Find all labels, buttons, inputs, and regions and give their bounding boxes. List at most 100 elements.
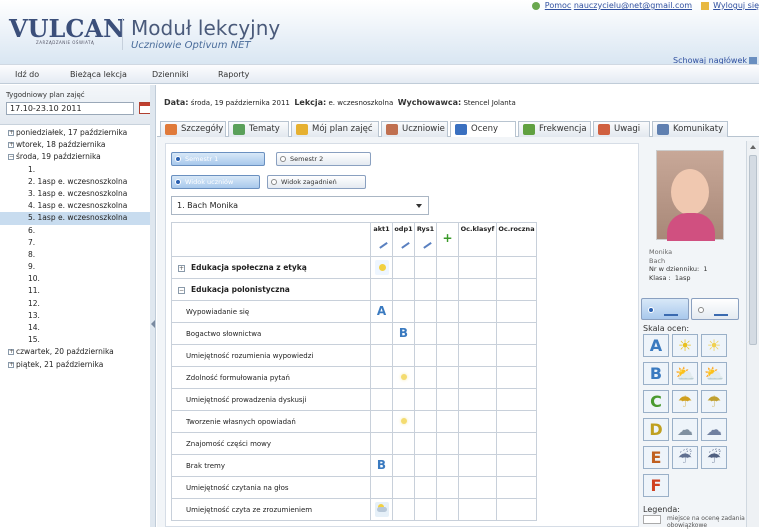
tree-day-item[interactable]: + piątek, 21 października (0, 359, 151, 371)
tree-lesson-item[interactable]: 9. (0, 261, 151, 273)
tree-day-item[interactable]: + poniedziałek, 17 października (0, 127, 151, 139)
grade-cell[interactable] (496, 366, 537, 389)
grade-cell[interactable] (436, 278, 459, 301)
table-row-label[interactable]: − Edukacja polonistyczna (171, 278, 371, 301)
tree-lesson-item[interactable]: 11. (0, 285, 151, 297)
grade-cell[interactable] (436, 344, 459, 367)
pencil-icon[interactable] (419, 236, 432, 249)
tree-lesson-item[interactable]: 1. (0, 164, 151, 176)
tab-uwagi[interactable]: Uwagi (593, 121, 650, 137)
grade-cell[interactable] (458, 432, 497, 455)
grade-cell[interactable] (392, 344, 415, 367)
grade-scale-item[interactable]: ☁ (701, 418, 727, 441)
tree-lesson-item[interactable]: 6. (0, 225, 151, 237)
expand-icon[interactable]: + (8, 130, 14, 136)
grade-cell[interactable] (414, 344, 437, 367)
tree-lesson-item[interactable]: 14. (0, 322, 151, 334)
grade-cell[interactable] (436, 432, 459, 455)
grade-cell[interactable] (370, 366, 393, 389)
grades-column-header[interactable]: Rys1 (414, 222, 437, 257)
grade-cell[interactable]: B (392, 322, 415, 345)
semester-2-button[interactable]: Semestr 2 (276, 152, 371, 166)
help-link[interactable]: Pomoc (545, 1, 572, 10)
expand-icon[interactable]: + (178, 264, 185, 272)
grade-scale-item[interactable]: A (643, 334, 669, 357)
tab-uczniowie[interactable]: Uczniowie (381, 121, 448, 137)
grades-column-header[interactable]: + (436, 222, 459, 257)
grade-icon[interactable]: B (397, 326, 411, 341)
grade-cell[interactable] (392, 410, 415, 433)
semester-1-button[interactable]: Semestr 1 (171, 152, 265, 166)
grade-cell[interactable] (458, 278, 497, 301)
grade-cell[interactable] (414, 410, 437, 433)
pencil-icon[interactable] (397, 236, 410, 249)
grade-scale-item[interactable]: E (643, 446, 669, 469)
grade-scale-item[interactable]: ☀ (672, 334, 698, 357)
grade-cell[interactable] (458, 476, 497, 499)
grade-cell[interactable] (496, 388, 537, 411)
grade-icon[interactable]: B (375, 458, 389, 473)
grade-cell[interactable] (414, 454, 437, 477)
grade-cell[interactable] (370, 388, 393, 411)
vertical-scrollbar[interactable] (746, 141, 759, 527)
panel-splitter[interactable] (150, 85, 156, 527)
grade-cell[interactable] (392, 366, 415, 389)
students-view-button[interactable]: Widok uczniów (171, 175, 260, 189)
grade-cell[interactable] (414, 366, 437, 389)
grade-cell[interactable] (458, 322, 497, 345)
grade-cell[interactable] (392, 256, 415, 279)
grade-cell[interactable] (496, 476, 537, 499)
grade-scale-item[interactable]: ☔ (672, 446, 698, 469)
tree-lesson-item[interactable]: 13. (0, 310, 151, 322)
grade-cell[interactable] (392, 388, 415, 411)
grade-cell[interactable] (370, 278, 393, 301)
student-select[interactable]: 1. Bach Monika (171, 196, 429, 215)
tree-lesson-item[interactable]: 15. (0, 334, 151, 346)
grade-cell[interactable] (436, 410, 459, 433)
tree-lesson-item[interactable]: 10. (0, 273, 151, 285)
grade-cell[interactable] (496, 498, 537, 521)
grade-cell[interactable] (414, 498, 437, 521)
grade-cell[interactable] (392, 300, 415, 323)
grade-icon[interactable] (397, 370, 411, 385)
expand-icon[interactable]: + (8, 349, 14, 356)
logout-link[interactable]: Wyloguj się (713, 1, 759, 10)
grade-cell[interactable] (458, 498, 497, 521)
expand-icon[interactable]: − (8, 154, 14, 161)
expand-icon[interactable]: − (178, 286, 185, 294)
topics-view-button[interactable]: Widok zagadnień (267, 175, 366, 189)
grade-cell[interactable] (436, 498, 459, 521)
grade-cell[interactable] (458, 344, 497, 367)
tab-mój-plan-zajęć[interactable]: Mój plan zajęć (291, 121, 379, 137)
grade-scale-item[interactable]: C (643, 390, 669, 413)
tree-lesson-item[interactable]: 12. (0, 298, 151, 310)
grade-cell[interactable] (436, 476, 459, 499)
grade-cell[interactable] (496, 322, 537, 345)
grade-cell[interactable] (458, 300, 497, 323)
grade-cell[interactable] (414, 278, 437, 301)
grade-cell[interactable] (414, 388, 437, 411)
tree-lesson-item[interactable]: 4. 1asp e. wczesnoszkolna (0, 200, 151, 212)
grade-scale-item[interactable]: ☁ (672, 418, 698, 441)
add-column-icon[interactable]: + (437, 231, 458, 245)
grade-cell[interactable] (458, 454, 497, 477)
grade-cell[interactable] (496, 454, 537, 477)
grade-cell[interactable] (414, 476, 437, 499)
grade-cell[interactable] (414, 300, 437, 323)
tab-oceny[interactable]: Oceny (450, 121, 516, 138)
menu-reports[interactable]: Raporty (218, 70, 249, 79)
grade-cell[interactable]: B (370, 454, 393, 477)
grade-scale-item[interactable]: ⛅ (672, 362, 698, 385)
grade-cell[interactable] (436, 322, 459, 345)
tree-day-item[interactable]: − środa, 19 października (0, 151, 151, 163)
grades-column-header[interactable]: akt1 (370, 222, 393, 257)
grade-cell[interactable] (436, 388, 459, 411)
grade-cell[interactable] (436, 300, 459, 323)
grade-cell[interactable] (392, 278, 415, 301)
grade-scale-item[interactable]: ☂ (672, 390, 698, 413)
grade-cell[interactable] (370, 476, 393, 499)
tree-lesson-item[interactable]: 3. 1asp e. wczesnoszkolna (0, 188, 151, 200)
grade-scale-item[interactable]: ☀ (701, 334, 727, 357)
user-email-link[interactable]: nauczycielu@net@gmail.com (574, 1, 692, 10)
grade-cell[interactable] (370, 256, 393, 279)
